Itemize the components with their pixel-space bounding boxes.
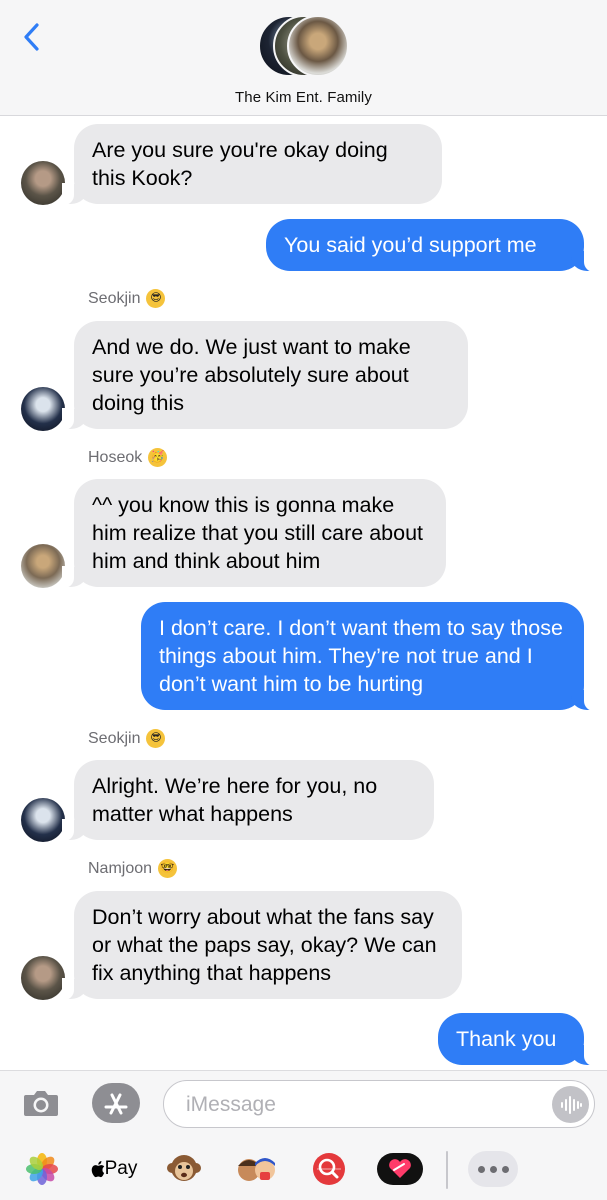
party-face-emoji-icon: 🥳 bbox=[148, 448, 168, 467]
sender-name: Namjoon 🤓 bbox=[88, 859, 178, 878]
sender-name: Seokjin 😎 bbox=[88, 289, 166, 308]
animoji-button[interactable] bbox=[162, 1149, 206, 1189]
digital-touch-icon bbox=[377, 1153, 423, 1185]
back-button[interactable] bbox=[16, 20, 46, 54]
images-search-button[interactable] bbox=[302, 1149, 356, 1189]
sender-name: Hoseok 🥳 bbox=[88, 448, 168, 467]
chevron-left-icon bbox=[24, 23, 39, 51]
incoming-message[interactable]: Are you sure you're okay doing this Kook… bbox=[62, 124, 442, 205]
message-text: And we do. We just want to make sure you… bbox=[92, 335, 411, 415]
sunglasses-emoji-icon: 😎 bbox=[146, 729, 166, 748]
app-store-button[interactable] bbox=[92, 1083, 140, 1123]
message-text: I don’t care. I don’t want them to say t… bbox=[159, 616, 563, 696]
conversation-header: The Kim Ent. Family bbox=[0, 0, 607, 116]
sender-avatar[interactable] bbox=[21, 798, 65, 842]
message-input[interactable]: iMessage bbox=[163, 1080, 595, 1128]
sender-avatar[interactable] bbox=[21, 387, 65, 431]
dictation-button[interactable] bbox=[552, 1086, 589, 1123]
message-text: Thank you bbox=[456, 1027, 557, 1051]
compose-bar: iMessage Pay bbox=[0, 1070, 607, 1200]
more-icon bbox=[477, 1165, 509, 1173]
message-text: Alright. We’re here for you, no matter w… bbox=[92, 774, 378, 826]
group-member-avatar bbox=[287, 15, 349, 77]
sender-avatar[interactable] bbox=[21, 544, 65, 588]
group-avatar-stack[interactable] bbox=[258, 15, 350, 79]
outgoing-message[interactable]: Thank you bbox=[438, 1013, 596, 1066]
apple-pay-button[interactable]: Pay bbox=[88, 1149, 140, 1189]
message-text: ^^ you know this is gonna make him reali… bbox=[92, 493, 424, 573]
camera-button[interactable] bbox=[22, 1088, 60, 1118]
audio-waveform-icon bbox=[560, 1095, 582, 1114]
message-text: You said you’d support me bbox=[284, 233, 537, 257]
digital-touch-button[interactable] bbox=[372, 1149, 428, 1189]
photos-app-button[interactable] bbox=[20, 1149, 64, 1189]
camera-icon bbox=[24, 1091, 58, 1116]
sender-name: Seokjin 😎 bbox=[88, 729, 166, 748]
memoji-icon bbox=[238, 1158, 275, 1181]
sunglasses-emoji-icon: 😎 bbox=[146, 289, 166, 308]
incoming-message[interactable]: And we do. We just want to make sure you… bbox=[62, 321, 468, 430]
images-search-icon bbox=[313, 1153, 345, 1185]
incoming-message[interactable]: Alright. We’re here for you, no matter w… bbox=[62, 760, 434, 841]
app-store-icon bbox=[104, 1093, 128, 1115]
group-name[interactable]: The Kim Ent. Family bbox=[0, 89, 607, 106]
sender-avatar[interactable] bbox=[21, 956, 65, 1000]
sender-avatar[interactable] bbox=[21, 161, 65, 205]
message-thread[interactable]: Are you sure you're okay doing this Kook… bbox=[0, 117, 607, 1070]
message-text: Don’t worry about what the fans say or w… bbox=[92, 905, 437, 985]
app-drawer: Pay bbox=[0, 1147, 607, 1191]
outgoing-message[interactable]: You said you’d support me bbox=[266, 219, 596, 272]
more-apps-button[interactable] bbox=[468, 1151, 518, 1187]
incoming-message[interactable]: ^^ you know this is gonna make him reali… bbox=[62, 479, 446, 588]
apple-pay-icon bbox=[91, 1161, 104, 1178]
memoji-button[interactable] bbox=[230, 1149, 282, 1189]
nerd-face-emoji-icon: 🤓 bbox=[158, 859, 178, 878]
drawer-divider bbox=[446, 1151, 448, 1189]
message-input-placeholder: iMessage bbox=[186, 1093, 276, 1116]
incoming-message[interactable]: Don’t worry about what the fans say or w… bbox=[62, 891, 462, 1000]
animoji-monkey-icon bbox=[167, 1155, 201, 1181]
message-text: Are you sure you're okay doing this Kook… bbox=[92, 138, 388, 190]
outgoing-message[interactable]: I don’t care. I don’t want them to say t… bbox=[141, 602, 596, 711]
photos-icon bbox=[26, 1153, 58, 1185]
apple-pay-label: Pay bbox=[104, 1158, 138, 1179]
